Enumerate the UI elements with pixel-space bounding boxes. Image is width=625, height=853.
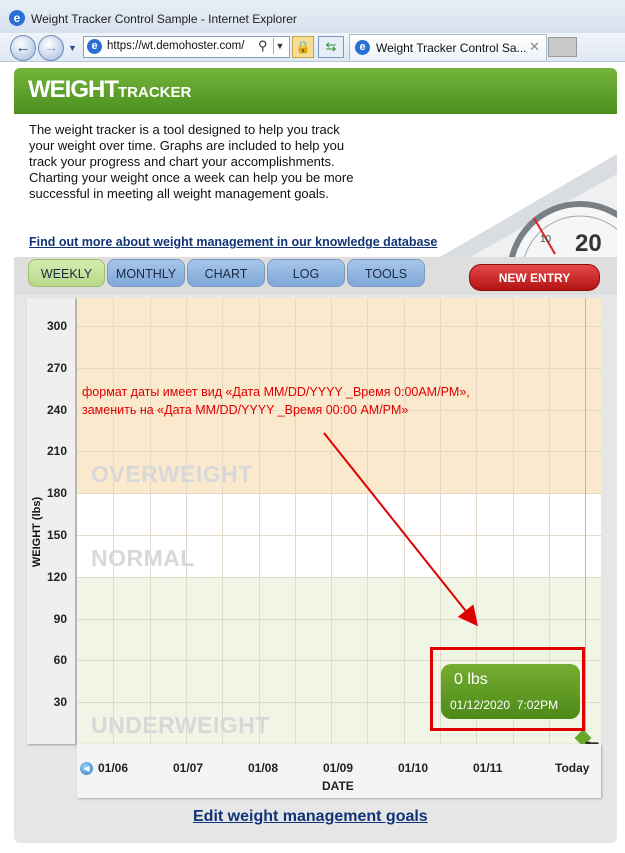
edit-goals-link[interactable]: Edit weight management goals	[193, 808, 428, 826]
x-tick-label: Today	[555, 761, 590, 775]
x-tick-label: 01/07	[173, 761, 204, 775]
annotation-highlight-box	[430, 647, 585, 731]
x-tick-label: 01/10	[398, 761, 429, 775]
previous-week-icon[interactable]: ◀	[80, 762, 93, 775]
x-tick-label: 01/09	[323, 761, 354, 775]
x-axis-title: DATE	[322, 779, 354, 793]
x-tick-label: 01/11	[473, 761, 503, 775]
x-tick-label: 01/06	[98, 761, 129, 775]
x-tick-label: 01/08	[248, 761, 279, 775]
